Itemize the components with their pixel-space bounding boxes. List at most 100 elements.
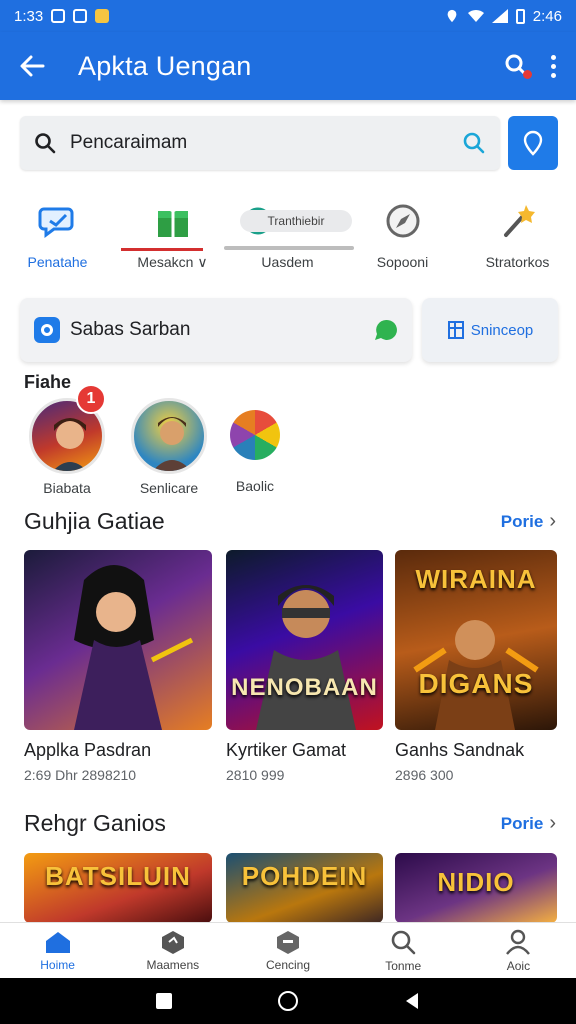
- nav-label: Maamens: [146, 957, 200, 972]
- category-label: Uasdem: [261, 254, 314, 270]
- category-label: Penatahe: [27, 254, 88, 270]
- home-system-button[interactable]: [278, 991, 298, 1011]
- story-label: Senlicare: [139, 480, 199, 496]
- location-icon: [447, 9, 457, 23]
- active-underline: [121, 248, 203, 251]
- grid-icon: [447, 321, 464, 339]
- game-art-title: WIRAINA: [415, 564, 537, 594]
- signal-icon: [491, 9, 508, 23]
- app-screen: 1:33 2:46 Apkta Uengan Pencaraimam Penat…: [0, 0, 576, 1024]
- warrior-portrait-icon: [152, 417, 192, 471]
- system-nav-bar: [0, 978, 576, 1024]
- cube-icon: [161, 930, 184, 954]
- see-more-link[interactable]: Porie ›: [501, 510, 556, 533]
- status-bar: 1:33 2:46: [0, 0, 576, 32]
- game-name: Kyrtiker Gamat: [226, 740, 347, 760]
- game-card[interactable]: NIDIO: [395, 853, 557, 923]
- box-icon: [277, 930, 299, 954]
- status-clock: 2:46: [532, 7, 562, 25]
- chat-icon: [375, 319, 397, 340]
- category-item-stratorkos[interactable]: Stratorkos: [460, 196, 575, 284]
- category-label: Stratorkos: [485, 254, 550, 270]
- search-lens-icon[interactable]: [462, 131, 486, 155]
- story-badge: 1: [76, 384, 106, 414]
- game-art: POHDEIN: [226, 853, 383, 923]
- location-filter-button[interactable]: [508, 116, 558, 170]
- more-options-button[interactable]: [548, 54, 558, 78]
- wifi-icon: [467, 9, 484, 22]
- nav-item-home[interactable]: Hoime: [0, 923, 115, 978]
- recents-button[interactable]: [156, 993, 172, 1009]
- arrow-left-icon: [20, 55, 45, 77]
- nav-label: Aoic: [506, 958, 531, 973]
- nav-item-cencing[interactable]: Cencing: [230, 923, 345, 978]
- game-card[interactable]: NENOBAAN Kyrtiker Gamat 2810 999: [226, 550, 383, 783]
- back-button[interactable]: [0, 32, 64, 100]
- category-pill: Tranthiebir: [240, 210, 352, 232]
- search-button[interactable]: [504, 53, 532, 79]
- story-item[interactable]: Baolic: [210, 398, 300, 494]
- notification-icon: [51, 9, 66, 23]
- search-row: Pencaraimam: [20, 116, 558, 172]
- stories-title: Fiahe: [24, 372, 72, 392]
- game-meta: 2896 300: [395, 767, 454, 783]
- game-name: Ganhs Sandnak: [395, 740, 525, 760]
- chevron-right-icon: ›: [549, 812, 556, 834]
- game-art: NENOBAAN: [226, 550, 383, 730]
- game-icon: [95, 9, 110, 23]
- promo-button-label: Sninceop: [470, 321, 534, 339]
- category-item-mesakcn[interactable]: Mesakcn ∨: [115, 196, 230, 284]
- game-card[interactable]: POHDEIN: [226, 853, 383, 923]
- wand-icon: [503, 205, 535, 237]
- story-label: Baolic: [235, 478, 275, 494]
- game-art-title: NIDIO: [437, 867, 515, 897]
- heroine-illustration: [74, 565, 194, 730]
- map-pin-icon: [523, 130, 543, 156]
- nav-item-aoic[interactable]: Aoic: [461, 923, 576, 978]
- category-item-penatahe[interactable]: Penatahe: [0, 196, 115, 284]
- compass-icon: [386, 204, 419, 238]
- app-logo-icon: [34, 317, 60, 343]
- game-art-title: NENOBAAN: [231, 674, 378, 701]
- search-input[interactable]: Pencaraimam: [20, 116, 500, 170]
- search-text: Pencaraimam: [70, 132, 188, 153]
- see-more-link[interactable]: Porie ›: [501, 812, 556, 835]
- nav-label: Tonme: [385, 958, 422, 973]
- game-card[interactable]: BATSILUIN: [24, 853, 212, 923]
- game-card[interactable]: WIRAINA DIGANS Ganhs Sandnak 2896 300: [395, 550, 557, 783]
- notification-dot: [523, 70, 532, 79]
- promo-action-button[interactable]: Sninceop: [422, 298, 558, 362]
- app-bar: Apkta Uengan: [0, 32, 576, 100]
- nav-item-tonme[interactable]: Tonme: [346, 923, 461, 978]
- ninja-illustration: [256, 585, 356, 730]
- search-icon: [391, 930, 416, 954]
- game-art: WIRAINA DIGANS: [395, 550, 557, 730]
- status-time: 1:33: [14, 7, 44, 25]
- nav-label: Cencing: [265, 957, 311, 972]
- chat-bubble-icon: [38, 207, 73, 238]
- chevron-right-icon: ›: [549, 510, 556, 532]
- game-card[interactable]: Applka Pasdran 2:69 Dhr 2898210: [24, 550, 212, 783]
- game-art: NIDIO: [395, 853, 557, 923]
- section-title: Guhjia Gatiae: [24, 508, 165, 534]
- nav-item-maamens[interactable]: Maamens: [115, 923, 230, 978]
- promo-banner[interactable]: Sabas Sarban: [20, 298, 412, 362]
- person-icon: [506, 929, 531, 955]
- game-meta: 2810 999: [226, 767, 285, 783]
- story-item[interactable]: Senlicare: [124, 398, 214, 496]
- search-icon: [35, 133, 56, 154]
- more-vert-dot: [550, 72, 556, 78]
- game-meta: 2:69 Dhr 2898210: [24, 767, 137, 783]
- category-item-uasdem[interactable]: Tranthiebir Uasdem: [224, 196, 354, 284]
- story-label: Biabata: [43, 480, 91, 496]
- game-art-subtitle: DIGANS: [418, 668, 534, 699]
- nav-label: Hoime: [40, 957, 75, 972]
- game-art-title: BATSILUIN: [45, 861, 191, 891]
- category-row: Penatahe Mesakcn ∨ Tranthiebir Uasdem So…: [0, 196, 576, 284]
- story-item[interactable]: 1 Biabata: [22, 384, 112, 496]
- category-item-sopooni[interactable]: Sopooni: [345, 196, 460, 284]
- app-title: Apkta Uengan: [78, 50, 252, 81]
- see-more-label: Porie: [500, 813, 544, 833]
- back-system-button[interactable]: [404, 992, 420, 1010]
- home-icon: [45, 931, 70, 953]
